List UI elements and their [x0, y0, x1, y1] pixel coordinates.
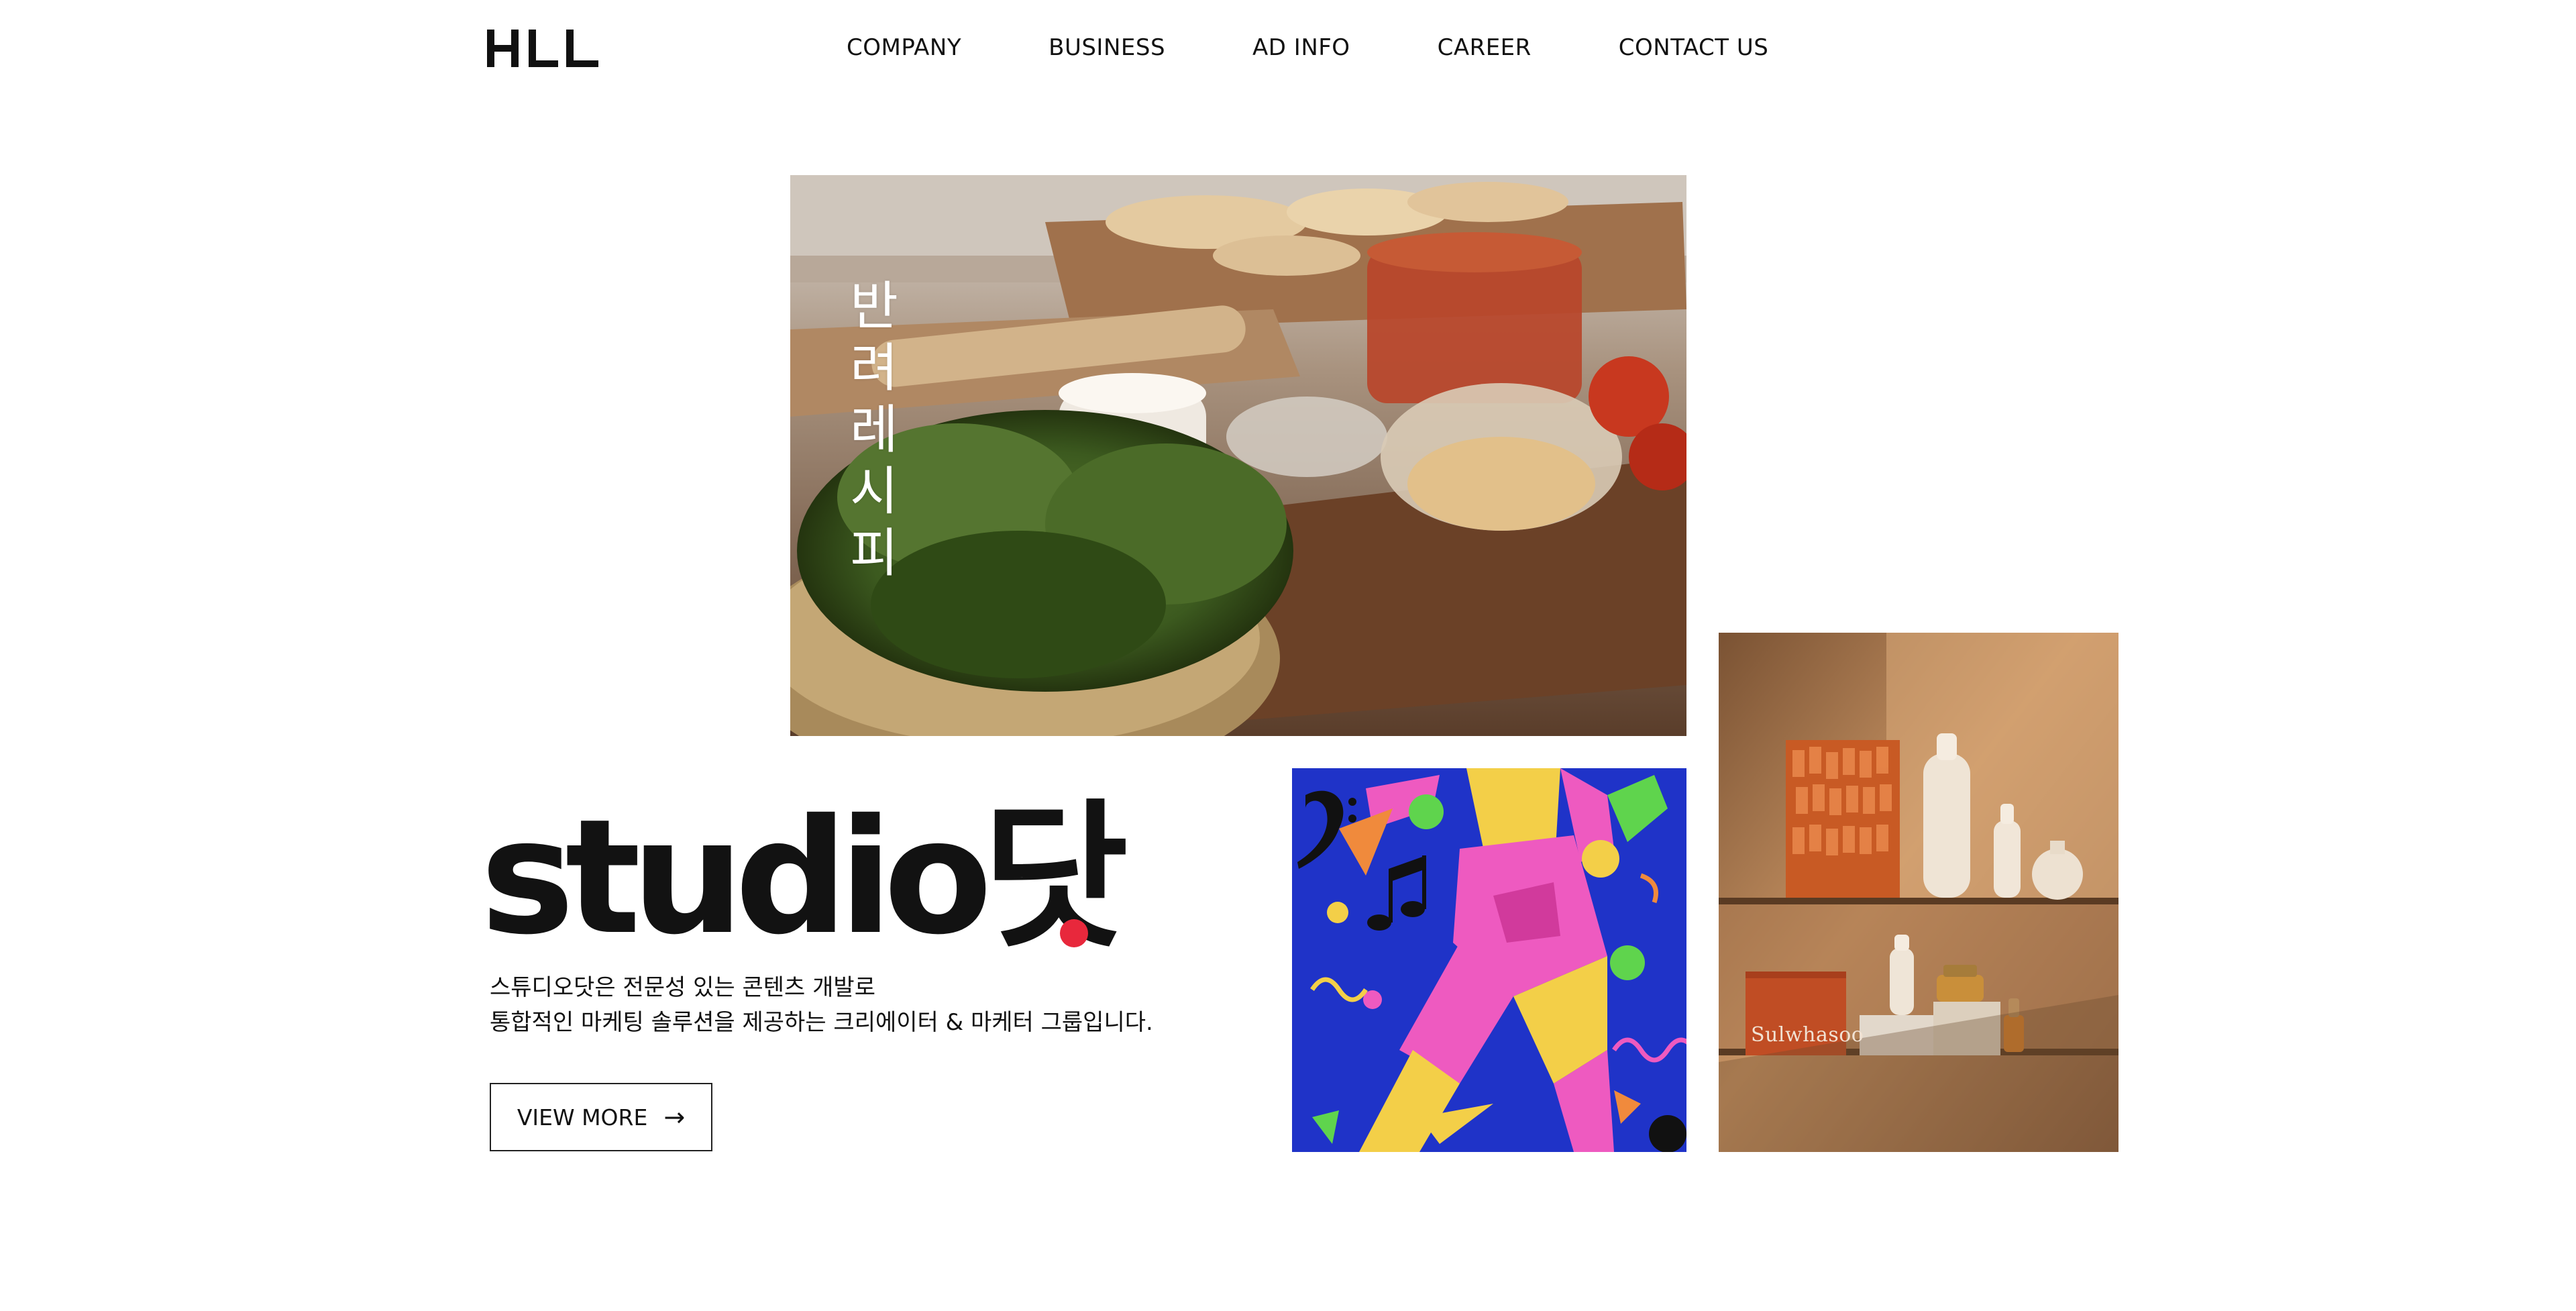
nav-item-contact-us[interactable]: CONTACT US — [1619, 34, 1769, 61]
page: COMPANY BUSINESS AD INFO CAREER CONTACT … — [0, 0, 2576, 1311]
brand-headline: studio닷 — [480, 785, 1128, 969]
main-nav: COMPANY BUSINESS AD INFO CAREER CONTACT … — [847, 31, 1768, 64]
portfolio-cosmetics-image[interactable]: Sulwhasoo — [1719, 633, 2118, 1152]
nav-item-company[interactable]: COMPANY — [847, 34, 961, 61]
portfolio-food-image[interactable]: 반 려 레 시 피 — [790, 175, 1686, 736]
brand-description: 스튜디오닷은 전문성 있는 콘텐츠 개발로 통합적인 마케팅 솔루션을 제공하는… — [490, 970, 1153, 1040]
cosmetics-box-text: Sulwhasoo — [1751, 1023, 1864, 1047]
description-line-2: 통합적인 마케팅 솔루션을 제공하는 크리에이터 & 마케터 그룹입니다. — [490, 1009, 1153, 1036]
view-more-button[interactable]: VIEW MORE → — [490, 1083, 712, 1151]
nav-item-business[interactable]: BUSINESS — [1049, 34, 1165, 61]
nav-item-ad-info[interactable]: AD INFO — [1252, 34, 1350, 61]
vertical-project-title: 반 려 레 시 피 — [850, 276, 898, 584]
view-more-label: VIEW MORE — [517, 1104, 648, 1131]
brand-accent-dot — [1060, 919, 1088, 947]
nav-item-career[interactable]: CAREER — [1438, 34, 1532, 61]
logo[interactable] — [487, 27, 601, 70]
description-line-1: 스튜디오닷은 전문성 있는 콘텐츠 개발로 — [490, 974, 875, 1001]
arrow-right-icon: → — [663, 1102, 686, 1132]
portfolio-art-image[interactable] — [1292, 768, 1686, 1152]
